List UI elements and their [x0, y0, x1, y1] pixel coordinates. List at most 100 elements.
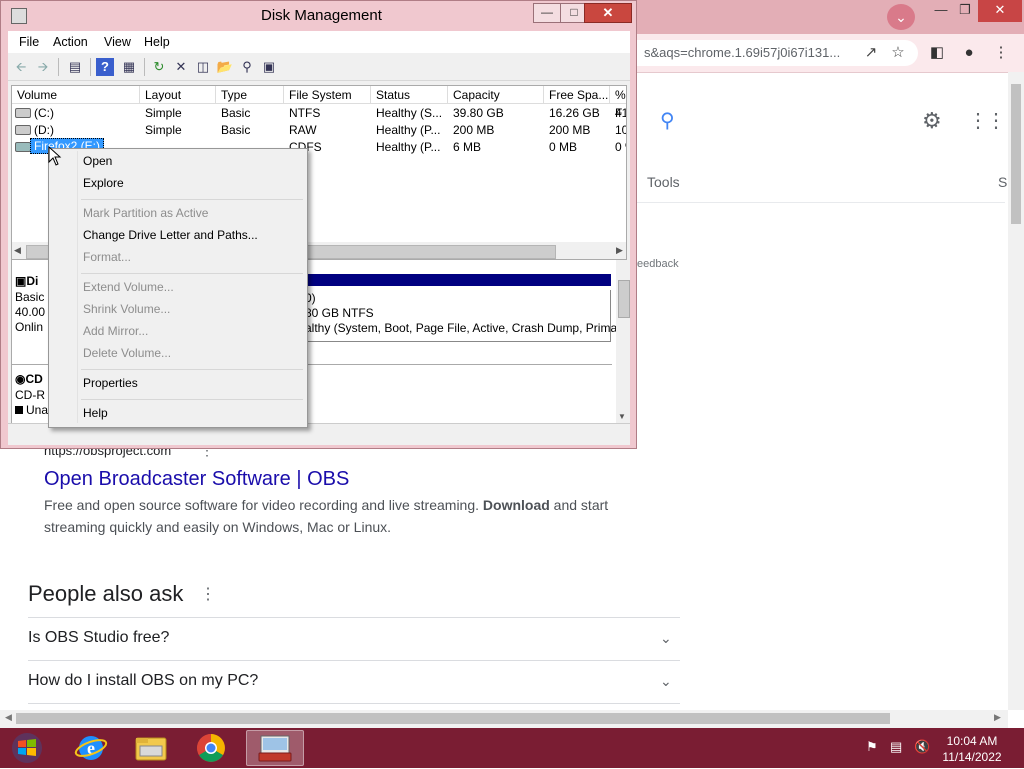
tools-tab[interactable]: Tools [647, 174, 680, 190]
tab-search-button[interactable]: ⌄ [887, 4, 915, 30]
column-header-status[interactable]: Status [371, 86, 448, 104]
menu-item-add-mirror: Add Mirror... [83, 324, 149, 338]
taskbar-file-explorer[interactable] [124, 730, 178, 766]
menu-item-format: Format... [83, 250, 132, 264]
scroll-right-icon[interactable]: ▶ [616, 245, 623, 256]
computer-management-icon [258, 735, 292, 762]
chevron-down-icon[interactable]: ⌄ [660, 630, 672, 647]
menu-item-properties[interactable]: Properties [83, 376, 138, 390]
column-header-type[interactable]: Type [216, 86, 284, 104]
taskbar-disk-management[interactable] [246, 730, 304, 766]
paa-question[interactable]: Is OBS Studio free? [28, 629, 169, 647]
show-hide-console-tree-icon[interactable]: ▤ [66, 58, 84, 76]
column-header-free-space[interactable]: Free Spa... [544, 86, 610, 104]
menu-separator [81, 199, 303, 200]
volume-file-system: RAW [289, 123, 317, 137]
action-center-flag-icon[interactable]: ⚑ [866, 739, 878, 755]
scroll-left-icon[interactable]: ◀ [14, 245, 21, 256]
menu-item-explore[interactable]: Explore [83, 176, 124, 190]
clock-time: 10:04 AM [946, 734, 998, 748]
volume-percent-free: 41 [615, 106, 626, 120]
menu-item-change-drive-letter[interactable]: Change Drive Letter and Paths... [83, 228, 258, 242]
menu-item-open[interactable]: Open [83, 154, 112, 168]
toolbar-separator [90, 58, 91, 76]
disk-pane-scrollbar-thumb[interactable] [618, 280, 630, 318]
chevron-down-icon[interactable]: ⌄ [660, 673, 672, 690]
gear-icon[interactable]: ⚙ [922, 108, 942, 134]
menu-view[interactable]: View [104, 35, 131, 49]
refresh-icon[interactable]: ↻ [150, 58, 168, 76]
chrome-menu-icon[interactable]: ⋮ [990, 42, 1012, 64]
start-button[interactable] [6, 731, 48, 765]
search-icon[interactable]: ⚲ [238, 58, 256, 76]
scroll-left-icon[interactable]: ◀ [5, 712, 12, 723]
menu-bar: File Action View Help [8, 31, 630, 53]
result-snippet: Free and open source software for video … [44, 494, 634, 538]
volume-free-space: 200 MB [549, 123, 591, 137]
menu-separator [81, 369, 303, 370]
volume-type: Basic [221, 123, 251, 137]
taskbar-internet-explorer[interactable]: e [64, 730, 118, 766]
search-tab-partial[interactable]: S [998, 174, 1007, 190]
toolbar-separator [58, 58, 59, 76]
feedback-link[interactable]: eedback [637, 258, 679, 270]
drive-icon [15, 125, 31, 135]
partition-box[interactable] [305, 290, 611, 342]
menu-file[interactable]: File [19, 35, 39, 49]
folder-icon [135, 737, 167, 761]
volume-name[interactable]: (C:) [34, 106, 54, 120]
properties-icon[interactable]: ◫ [194, 58, 212, 76]
menu-item-help[interactable]: Help [83, 406, 108, 420]
open-folder-icon[interactable]: 📂 [216, 58, 234, 76]
partition-header-bar[interactable] [305, 274, 611, 286]
volume-layout: Simple [145, 106, 182, 120]
delete-icon[interactable]: ✕ [172, 58, 190, 76]
dm-titlebar[interactable]: Disk Management — □ ✕ [1, 1, 636, 31]
network-icon[interactable]: ▤ [890, 739, 902, 755]
column-header-capacity[interactable]: Capacity [448, 86, 544, 104]
chrome-maximize-button[interactable]: ❐ [948, 0, 982, 22]
column-header-volume[interactable]: Volume [12, 86, 140, 104]
close-button[interactable]: ✕ [584, 3, 632, 23]
share-icon[interactable]: ↗ [862, 44, 880, 62]
volume-file-system: NTFS [289, 106, 321, 120]
column-header-percent-free[interactable]: % F [610, 86, 626, 120]
paa-more-icon[interactable]: ⋮ [200, 584, 216, 604]
paa-question[interactable]: How do I install OBS on my PC? [28, 672, 258, 690]
clock-date: 11/14/2022 [942, 750, 1002, 764]
minimize-button[interactable]: — [533, 3, 561, 23]
horizontal-scrollbar-thumb[interactable] [16, 713, 890, 724]
result-title-link[interactable]: Open Broadcaster Software | OBS [44, 468, 349, 491]
menu-action[interactable]: Action [53, 35, 88, 49]
bookmark-star-icon[interactable]: ☆ [889, 44, 907, 62]
volume-name[interactable]: (D:) [34, 123, 54, 137]
drive-icon [15, 108, 31, 118]
cd-drive-icon [15, 142, 31, 152]
address-bar-text[interactable]: s&aqs=chrome.1.69i57j0i67i131... [644, 45, 840, 60]
side-panel-icon[interactable]: ◧ [926, 42, 948, 64]
mouse-cursor-icon [48, 146, 62, 166]
menu-item-delete-volume: Delete Volume... [83, 346, 172, 360]
column-header-file-system[interactable]: File System [284, 86, 371, 104]
menu-help[interactable]: Help [144, 35, 170, 49]
internet-explorer-icon: e [74, 736, 108, 760]
action-pane-icon[interactable]: ▦ [120, 58, 138, 76]
forward-arrow-icon[interactable]: 🡪 [34, 58, 52, 76]
unallocated-legend-swatch [15, 406, 23, 414]
volume-percent-free: 0 % [615, 140, 626, 154]
back-arrow-icon[interactable]: 🡨 [12, 58, 30, 76]
chrome-close-button[interactable]: ✕ [978, 0, 1022, 22]
scroll-right-icon[interactable]: ▶ [994, 712, 1001, 723]
cdrom-status-text: Una [26, 403, 49, 417]
settings-grid-icon[interactable]: ▣ [260, 58, 278, 76]
taskbar-chrome[interactable] [184, 730, 238, 766]
system-clock[interactable]: 10:04 AM 11/14/2022 [930, 733, 1014, 765]
vertical-scrollbar-thumb[interactable] [1011, 84, 1021, 224]
scroll-down-icon[interactable]: ▼ [618, 412, 626, 421]
profile-icon[interactable]: ● [958, 42, 980, 64]
column-header-layout[interactable]: Layout [140, 86, 216, 104]
volume-muted-icon[interactable]: 🔇 [914, 739, 930, 755]
search-icon[interactable]: ⚲ [660, 108, 675, 133]
cdrom-label: CD [25, 372, 43, 386]
help-icon[interactable]: ? [96, 58, 114, 76]
